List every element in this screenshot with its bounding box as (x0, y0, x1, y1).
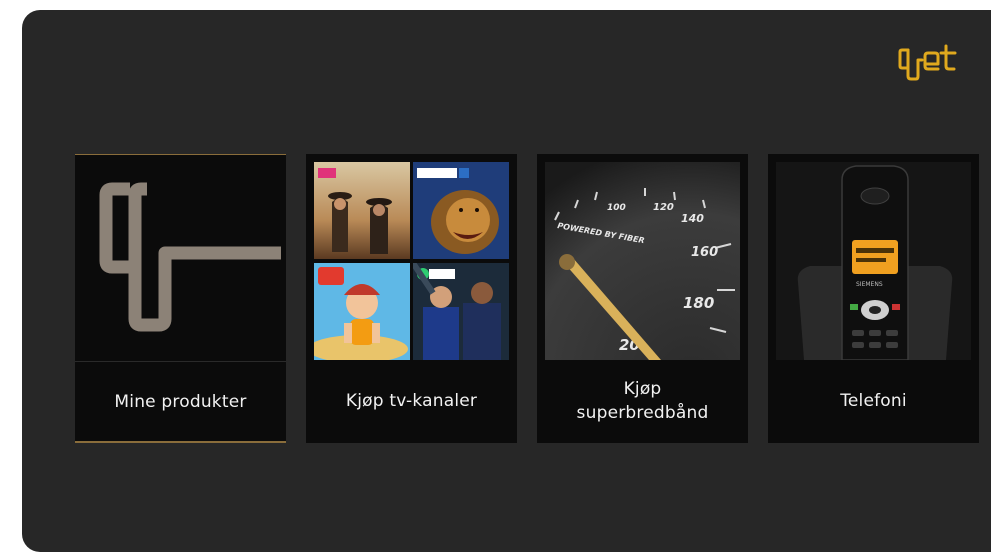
tile-label: Kjøp superbredbånd (576, 379, 709, 423)
svg-text:100: 100 (607, 203, 626, 213)
movie-thumbnail (314, 162, 410, 259)
tv-channels-collage (314, 162, 509, 360)
tile-label: Mine produkter (114, 392, 247, 412)
sports-thumbnail (413, 263, 509, 360)
get-logo-icon (898, 44, 957, 81)
tile-telefoni[interactable]: SIEMENS Telefoni (768, 154, 979, 443)
lion-thumbnail (413, 162, 509, 259)
svg-text:140: 140 (681, 212, 704, 225)
divider (75, 361, 286, 362)
svg-text:SIEMENS: SIEMENS (856, 281, 883, 288)
tile-label: Telefoni (840, 391, 907, 411)
cordless-phone-image: SIEMENS (776, 162, 971, 360)
svg-text:160: 160 (691, 245, 718, 260)
tile-kjop-superbredband[interactable]: 100 120 140 160 180 20 POWERED BY FIBER … (537, 154, 748, 443)
tile-art (75, 155, 286, 361)
tv-menu-screen: Mine produkter Kjøp tv-kanaler 100 120 1… (22, 10, 991, 552)
tile-mine-produkter[interactable]: Mine produkter (75, 154, 286, 443)
tile-kjop-tv-kanaler[interactable]: Kjøp tv-kanaler (306, 154, 517, 443)
tile-label: Kjøp tv-kanaler (345, 391, 478, 411)
cartoon-thumbnail (314, 263, 410, 360)
svg-text:120: 120 (653, 202, 674, 213)
speedometer-image: 100 120 140 160 180 20 POWERED BY FIBER (545, 162, 740, 360)
get-logo-icon (99, 182, 281, 332)
svg-text:180: 180 (683, 294, 714, 312)
